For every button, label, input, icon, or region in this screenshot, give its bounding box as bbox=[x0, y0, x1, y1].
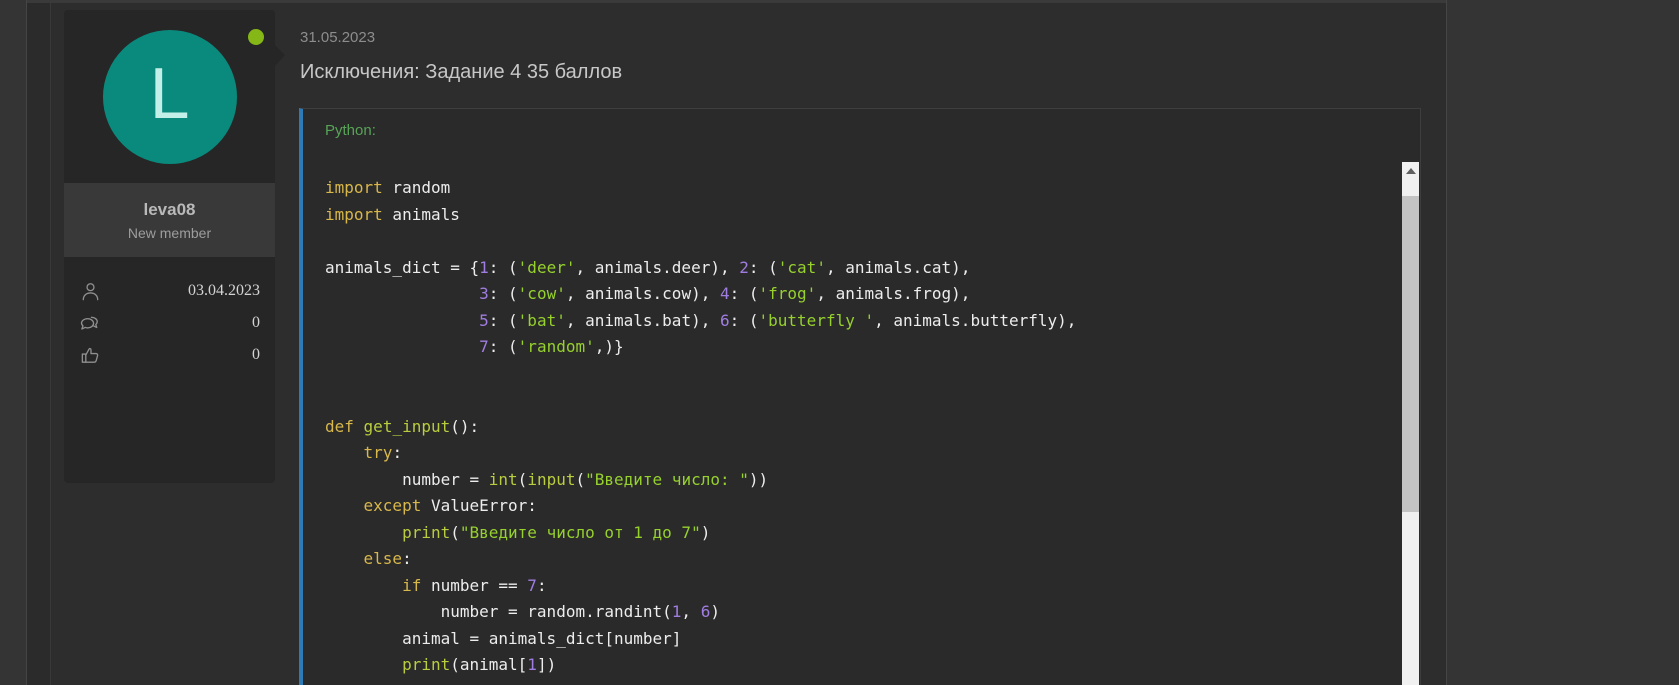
messages-icon bbox=[79, 312, 102, 335]
avatar-letter: L bbox=[149, 58, 189, 130]
code-line: def get_input(): bbox=[325, 414, 1380, 441]
code-line: print(animal[1]) bbox=[325, 652, 1380, 679]
likes-count: 0 bbox=[252, 346, 260, 364]
user-icon bbox=[79, 280, 102, 303]
scrollbar-thumb[interactable] bbox=[1402, 196, 1419, 512]
code-block: Python: import randomimport animals anim… bbox=[299, 108, 1421, 685]
code-line bbox=[325, 228, 1380, 255]
code-line: animals_dict = {1: ('deer', animals.deer… bbox=[325, 255, 1380, 282]
code-line: number = random.randint(1, 6) bbox=[325, 599, 1380, 626]
joined-date: 03.04.2023 bbox=[188, 282, 260, 300]
code-line: 7: ('random',)} bbox=[325, 334, 1380, 361]
username-section: leva08 New member bbox=[64, 183, 275, 257]
avatar[interactable]: L bbox=[103, 30, 237, 164]
online-indicator bbox=[248, 29, 264, 45]
code-line: import animals bbox=[325, 202, 1380, 229]
code-line: except ValueError: bbox=[325, 493, 1380, 520]
code-line: else: bbox=[325, 546, 1380, 573]
scroll-up-icon bbox=[1406, 168, 1416, 174]
code-line: 3: ('cow', animals.cow), 4: ('frog', ani… bbox=[325, 281, 1380, 308]
code-line: 5: ('bat', animals.bat), 6: ('butterfly … bbox=[325, 308, 1380, 335]
code-line: number = int(input("Введите число: ")) bbox=[325, 467, 1380, 494]
likes-icon bbox=[79, 344, 102, 367]
scrollbar[interactable] bbox=[1402, 162, 1419, 685]
scroll-up-button[interactable] bbox=[1402, 162, 1419, 179]
code-line: import random bbox=[325, 175, 1380, 202]
stats-section: 03.04.2023 0 0 bbox=[64, 257, 275, 367]
stat-row-messages: 0 bbox=[79, 311, 260, 335]
code-line: try: bbox=[325, 440, 1380, 467]
code-line bbox=[325, 361, 1380, 388]
stat-row-likes: 0 bbox=[79, 343, 260, 367]
user-card-tail bbox=[275, 45, 285, 66]
messages-count: 0 bbox=[252, 314, 260, 332]
stat-row-joined: 03.04.2023 bbox=[79, 279, 260, 303]
code-line: animal = animals_dict[number] bbox=[325, 626, 1380, 653]
post-title: Исключения: Задание 4 35 баллов bbox=[300, 61, 622, 84]
code-language-label: Python: bbox=[303, 109, 1420, 139]
code-line bbox=[325, 387, 1380, 414]
avatar-section: L bbox=[64, 10, 275, 183]
user-role: New member bbox=[128, 225, 211, 241]
code-line: if number == 7: bbox=[325, 573, 1380, 600]
user-card: L leva08 New member 03.04.2023 0 0 bbox=[64, 10, 275, 483]
code-content[interactable]: import randomimport animals animals_dict… bbox=[325, 175, 1380, 679]
username[interactable]: leva08 bbox=[144, 200, 196, 220]
post-date: 31.05.2023 bbox=[300, 29, 375, 46]
code-line: print("Введите число от 1 до 7") bbox=[325, 520, 1380, 547]
